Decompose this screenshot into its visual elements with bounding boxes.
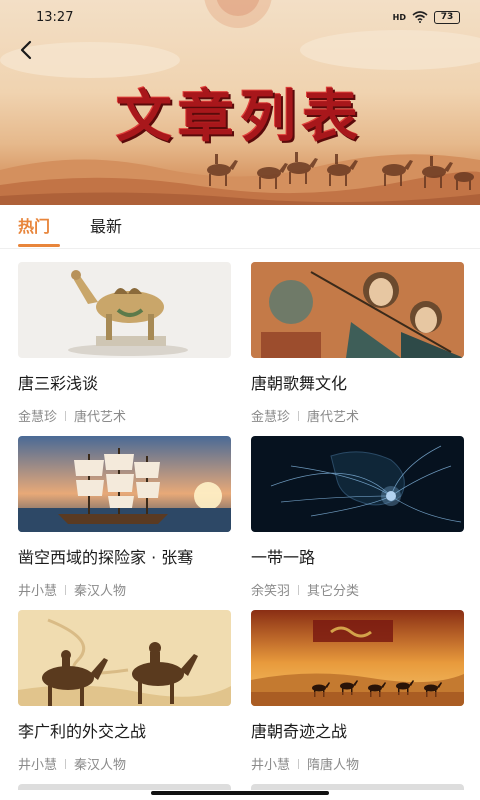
article-thumbnail xyxy=(18,436,231,532)
article-meta: 金慧珍 唐代艺术 xyxy=(18,406,231,425)
article-thumbnail xyxy=(18,610,231,706)
article-category: 秦汉人物 xyxy=(74,758,127,773)
home-indicator[interactable] xyxy=(151,791,329,795)
article-card[interactable]: 凿空西域的探险家 · 张骞 井小慧 秦汉人物 xyxy=(18,436,231,599)
article-meta: 井小慧 秦汉人物 xyxy=(18,754,231,773)
article-category: 其它分类 xyxy=(307,584,360,599)
article-category: 唐代艺术 xyxy=(307,410,360,425)
article-card[interactable]: 唐朝奇迹之战 井小慧 隋唐人物 xyxy=(251,610,464,773)
article-category: 唐代艺术 xyxy=(74,410,127,425)
article-card[interactable]: 李广利的外交之战 井小慧 秦汉人物 xyxy=(18,610,231,773)
article-card[interactable]: 唐三彩浅谈 金慧珍 唐代艺术 xyxy=(18,262,231,425)
article-author: 井小慧 xyxy=(18,758,58,773)
meta-divider xyxy=(65,758,67,769)
article-title: 凿空西域的探险家 · 张骞 xyxy=(18,548,194,567)
back-button[interactable] xyxy=(12,36,40,64)
article-title: 李广利的外交之战 xyxy=(18,722,147,741)
article-card[interactable]: 唐朝歌舞文化 金慧珍 唐代艺术 xyxy=(251,262,464,425)
meta-divider xyxy=(65,410,67,421)
status-bar: 13:27 HD 73 xyxy=(0,0,480,34)
article-thumbnail xyxy=(18,262,231,358)
meta-divider xyxy=(298,758,300,769)
status-time: 13:27 xyxy=(36,9,74,25)
article-author: 金慧珍 xyxy=(18,410,58,425)
article-thumbnail xyxy=(251,610,464,706)
article-meta: 金慧珍 唐代艺术 xyxy=(251,406,464,425)
article-title: 唐朝歌舞文化 xyxy=(251,374,348,393)
article-card[interactable]: 一带一路 余笑羽 其它分类 xyxy=(251,436,464,599)
article-author: 金慧珍 xyxy=(251,410,291,425)
meta-divider xyxy=(65,584,67,595)
article-title: 唐三彩浅谈 xyxy=(18,374,99,393)
article-meta: 余笑羽 其它分类 xyxy=(251,580,464,599)
next-article-thumbnail-partial xyxy=(18,784,231,790)
network-label: HD xyxy=(392,12,406,22)
article-thumbnail xyxy=(251,262,464,358)
battery-icon: 73 xyxy=(434,10,460,24)
meta-divider xyxy=(298,410,300,421)
article-meta: 井小慧 隋唐人物 xyxy=(251,754,464,773)
wifi-icon xyxy=(412,11,428,23)
article-thumbnail xyxy=(251,436,464,532)
meta-divider xyxy=(298,584,300,595)
tab-hot[interactable]: 热门 xyxy=(0,205,61,249)
article-author: 井小慧 xyxy=(18,584,58,599)
tab-bar: 热门 最新 xyxy=(0,205,480,249)
article-author: 余笑羽 xyxy=(251,584,291,599)
tab-latest[interactable]: 最新 xyxy=(50,205,122,249)
article-author: 井小慧 xyxy=(251,758,291,773)
chevron-left-icon xyxy=(20,40,32,60)
article-title: 一带一路 xyxy=(251,548,316,567)
article-category: 隋唐人物 xyxy=(307,758,360,773)
article-meta: 井小慧 秦汉人物 xyxy=(18,580,231,599)
article-category: 秦汉人物 xyxy=(74,584,127,599)
header-banner: 13:27 HD 73 文章列表 xyxy=(0,0,480,205)
page-title: 文章列表 xyxy=(116,84,364,150)
article-title: 唐朝奇迹之战 xyxy=(251,722,348,741)
status-icons: HD 73 xyxy=(392,10,460,24)
next-article-thumbnail-partial xyxy=(251,784,464,790)
